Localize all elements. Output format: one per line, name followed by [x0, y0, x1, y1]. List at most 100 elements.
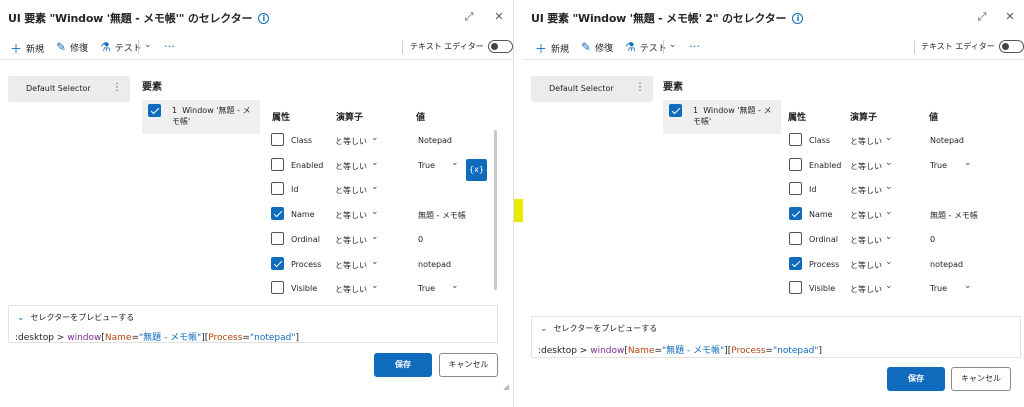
operator-select[interactable]: と等しい — [335, 210, 367, 221]
attribute-checkbox[interactable] — [789, 157, 802, 171]
cancel-button[interactable]: キャンセル — [439, 353, 498, 377]
new-button[interactable]: ＋新規 — [10, 40, 44, 57]
value-header: 値 — [929, 113, 939, 123]
attribute-checkbox[interactable] — [271, 133, 284, 146]
toolbar: ＋新規 ✎ 修復 ⚗ テスト ⌄ … テキスト エディター — [0, 36, 513, 60]
attribute-row-visible: Visible と等しい ⌄ True ⌄ — [789, 276, 1019, 300]
repair-button[interactable]: ✎ 修復 — [56, 40, 88, 54]
test-dropdown-chevron-icon[interactable]: ⌄ — [669, 40, 677, 50]
attribute-checkbox[interactable] — [789, 256, 802, 270]
attribute-checkbox[interactable] — [271, 207, 284, 221]
operator-select[interactable]: と等しい — [335, 136, 367, 147]
operator-select[interactable]: と等しい — [850, 210, 882, 221]
chevron-down-icon[interactable]: ⌄ — [885, 257, 893, 267]
operator-select[interactable]: と等しい — [335, 185, 367, 196]
operator-select[interactable]: と等しい — [335, 161, 367, 172]
preview-header[interactable]: ⌄ セレクターをプレビューする — [540, 323, 657, 334]
save-button[interactable]: 保存 — [887, 367, 945, 391]
attribute-value[interactable]: notepad — [930, 260, 963, 269]
chevron-down-icon[interactable]: ⌄ — [885, 182, 893, 192]
attribute-value[interactable]: 0 — [930, 235, 935, 244]
test-button[interactable]: ⚗ テスト — [100, 40, 142, 54]
operator-select[interactable]: と等しい — [850, 260, 882, 271]
operator-select[interactable]: と等しい — [850, 136, 882, 147]
repair-button[interactable]: ✎ 修復 — [581, 40, 613, 54]
attribute-checkbox[interactable] — [789, 231, 802, 245]
attribute-value[interactable]: True — [930, 161, 947, 170]
attribute-checkbox[interactable] — [271, 281, 284, 295]
chevron-down-icon[interactable]: ⌄ — [451, 158, 459, 168]
attribute-checkbox[interactable] — [789, 182, 802, 196]
new-button[interactable]: ＋新規 — [535, 40, 569, 57]
attribute-value[interactable]: True — [418, 284, 435, 293]
operator-select[interactable]: と等しい — [850, 284, 882, 295]
scrollbar[interactable] — [494, 130, 497, 290]
chevron-down-icon[interactable]: ⌄ — [371, 257, 379, 267]
attribute-value[interactable]: True — [930, 284, 947, 293]
operator-select[interactable]: と等しい — [850, 161, 882, 172]
attribute-value[interactable]: Notepad — [418, 136, 452, 145]
preview-header[interactable]: ⌄ セレクターをプレビューする — [17, 312, 134, 323]
more-vertical-icon[interactable]: ⋮ — [635, 82, 645, 93]
attribute-value[interactable]: 無題 - メモ帳 — [930, 210, 978, 221]
element-card[interactable]: 1 Window '無題 - メモ帳' — [663, 100, 781, 134]
attribute-value[interactable]: 無題 - メモ帳 — [418, 210, 466, 221]
attribute-checkbox[interactable] — [789, 133, 802, 146]
chevron-down-icon[interactable]: ⌄ — [451, 281, 459, 291]
toggle-switch[interactable] — [487, 40, 513, 53]
attribute-name: Ordinal — [809, 234, 838, 244]
variable-button[interactable]: {x} — [466, 159, 487, 181]
operator-select[interactable]: と等しい — [850, 235, 882, 246]
chevron-down-icon[interactable]: ⌄ — [371, 133, 379, 143]
test-dropdown-chevron-icon[interactable]: ⌄ — [144, 40, 152, 50]
chevron-down-icon[interactable]: ⌄ — [885, 207, 893, 217]
more-options-button[interactable]: … — [164, 37, 175, 50]
resize-grip-icon[interactable]: ◢ — [503, 382, 509, 391]
chevron-down-icon[interactable]: ⌄ — [371, 207, 379, 217]
attribute-checkbox[interactable] — [789, 207, 802, 221]
attribute-value[interactable]: True — [418, 161, 435, 170]
chevron-down-icon[interactable]: ⌄ — [371, 182, 379, 192]
test-button[interactable]: ⚗ テスト — [625, 40, 667, 54]
info-icon[interactable]: i — [792, 13, 804, 24]
attribute-checkbox[interactable] — [271, 157, 284, 171]
selector-list-item[interactable]: Default Selector ⋮ — [531, 76, 653, 102]
selector-list-item[interactable]: Default Selector ⋮ — [8, 76, 130, 102]
operator-select[interactable]: と等しい — [335, 284, 367, 295]
chevron-down-icon[interactable]: ⌄ — [885, 281, 893, 291]
element-checkbox[interactable] — [669, 104, 682, 117]
chevron-down-icon[interactable]: ⌄ — [371, 232, 379, 242]
close-icon[interactable]: ✕ — [1003, 10, 1017, 23]
text-editor-toggle[interactable]: テキスト エディター — [921, 40, 1024, 53]
close-icon[interactable]: ✕ — [492, 10, 506, 23]
attribute-checkbox[interactable] — [789, 281, 802, 295]
chevron-down-icon[interactable]: ⌄ — [964, 158, 972, 168]
cancel-button[interactable]: キャンセル — [951, 367, 1011, 391]
attribute-value[interactable]: Notepad — [930, 136, 964, 145]
chevron-down-icon[interactable]: ⌄ — [885, 232, 893, 242]
toggle-switch[interactable] — [998, 40, 1024, 53]
chevron-down-icon[interactable]: ⌄ — [964, 281, 972, 291]
operator-select[interactable]: と等しい — [850, 185, 882, 196]
chevron-down-icon[interactable]: ⌄ — [885, 158, 893, 168]
chevron-down-icon[interactable]: ⌄ — [371, 281, 379, 291]
element-card[interactable]: 1 Window '無題 - メモ帳' — [142, 100, 260, 134]
more-vertical-icon[interactable]: ⋮ — [112, 82, 122, 93]
text-editor-toggle[interactable]: テキスト エディター — [410, 40, 513, 53]
more-options-button[interactable]: … — [689, 37, 700, 50]
attribute-value[interactable]: 0 — [418, 235, 423, 244]
operator-select[interactable]: と等しい — [335, 235, 367, 246]
info-icon[interactable]: i — [258, 13, 270, 24]
element-checkbox[interactable] — [148, 104, 161, 117]
elements-title: 要素 — [142, 82, 162, 93]
operator-select[interactable]: と等しい — [335, 260, 367, 271]
save-button[interactable]: 保存 — [374, 353, 432, 377]
attribute-checkbox[interactable] — [271, 182, 284, 196]
chevron-down-icon[interactable]: ⌄ — [885, 133, 893, 143]
attribute-value[interactable]: notepad — [418, 260, 451, 269]
expand-icon[interactable]: ⤢ — [975, 10, 989, 24]
attribute-checkbox[interactable] — [271, 256, 284, 270]
chevron-down-icon[interactable]: ⌄ — [371, 158, 379, 168]
expand-icon[interactable]: ⤢ — [462, 10, 476, 24]
attribute-checkbox[interactable] — [271, 231, 284, 245]
